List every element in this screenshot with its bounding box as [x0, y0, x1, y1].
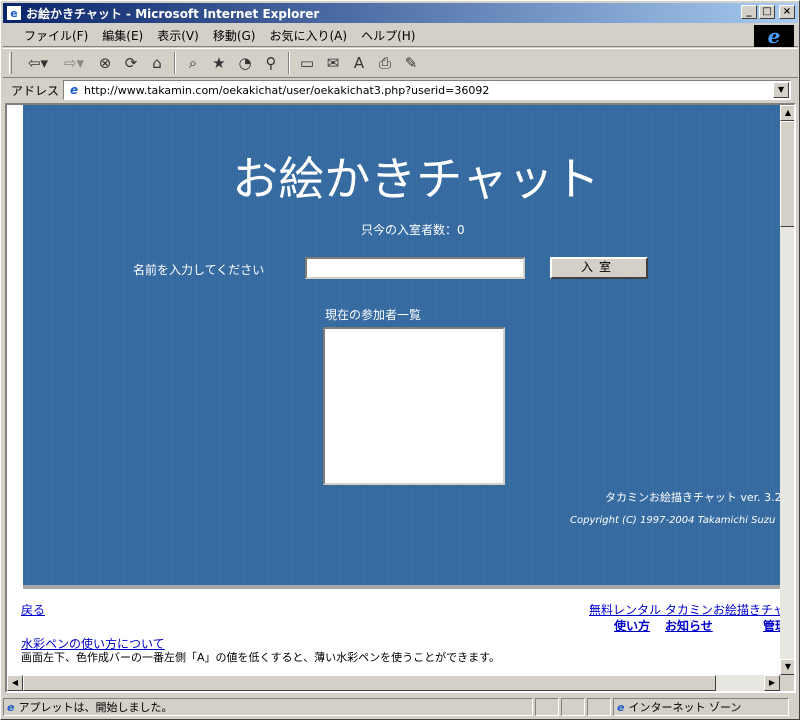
toolbar-separator	[288, 52, 290, 74]
favorites-icon[interactable]: ★	[206, 51, 232, 75]
history-icon[interactable]: ◔	[232, 51, 258, 75]
menu-favorites[interactable]: お気に入り(A)	[262, 27, 354, 44]
participants-label: 現在の参加者一覧	[325, 308, 422, 322]
copyright-text: Copyright (C) 1997-2004 Takamichi Suzu	[570, 515, 776, 526]
refresh-icon[interactable]: ⟳	[118, 51, 144, 75]
print-icon[interactable]: ⎙	[372, 51, 398, 75]
participants-list[interactable]	[323, 327, 505, 485]
status-message: アプレットは、開始しました。	[18, 701, 173, 714]
page-icon: e	[69, 83, 79, 97]
maximize-button[interactable]: □	[759, 5, 775, 19]
address-url[interactable]: http://www.takamin.com/oekakichat/user/o…	[84, 84, 489, 97]
back-icon[interactable]: ⇦▾	[20, 51, 56, 75]
toolbar-separator	[174, 52, 176, 74]
search-icon[interactable]: ⌕	[180, 51, 206, 75]
toolbar: ⇦▾ ⇨▾ ⊗ ⟳ ⌂ ⌕ ★ ◔ ⚲ ▭ ✉ A ⎙ ✎	[3, 48, 798, 78]
howto-link[interactable]: 使い方	[614, 617, 650, 634]
close-button[interactable]: ×	[779, 5, 795, 19]
watercolor-description: 画面左下、色作成バーの一番左側「A」の値を低くすると、薄い水彩ペンを使うことがで…	[21, 651, 500, 664]
vertical-scrollbar[interactable]: ▲ ▼	[780, 105, 794, 675]
ie-logo-icon: e	[754, 24, 794, 48]
scroll-right-icon[interactable]: ▶	[764, 675, 780, 691]
address-label: アドレス	[11, 83, 60, 98]
edit-icon[interactable]: ✎	[398, 51, 424, 75]
menu-edit[interactable]: 編集(E)	[95, 27, 150, 44]
name-input[interactable]	[305, 257, 525, 279]
channels-icon[interactable]: ⚲	[258, 51, 284, 75]
page-content: お絵かきチャット 只今の入室者数：0 名前を入力してください 入室 現在の参加者…	[7, 105, 794, 675]
zone-text: インターネット ゾーン	[628, 701, 742, 714]
status-bar: e アプレットは、開始しました。 e インターネット ゾーン	[3, 697, 798, 717]
status-cell	[561, 698, 585, 716]
scroll-corner	[780, 675, 794, 691]
horizontal-scroll-thumb[interactable]	[23, 675, 716, 691]
address-input[interactable]: e http://www.takamin.com/oekakichat/user…	[63, 80, 792, 100]
rental-link[interactable]: 無料レンタル タカミンお絵描きチャット	[589, 601, 794, 618]
minimize-button[interactable]: _	[741, 5, 757, 19]
status-message-panel: e アプレットは、開始しました。	[3, 698, 533, 716]
page-viewport: お絵かきチャット 只今の入室者数：0 名前を入力してください 入室 現在の参加者…	[5, 103, 796, 693]
version-text: タカミンお絵描きチャット ver. 3.20b4	[605, 491, 796, 504]
vertical-scroll-thumb[interactable]	[780, 121, 794, 227]
toolbar-grip	[9, 52, 12, 74]
browser-window: e お絵かきチャット - Microsoft Internet Explorer…	[0, 0, 800, 720]
room-count: 只今の入室者数：0	[361, 223, 465, 237]
stop-icon[interactable]: ⊗	[92, 51, 118, 75]
menu-file[interactable]: ファイル(F)	[17, 27, 95, 44]
enter-room-button[interactable]: 入室	[550, 257, 648, 279]
scroll-up-icon[interactable]: ▲	[780, 105, 794, 121]
fullscreen-icon[interactable]: ▭	[294, 51, 320, 75]
mail-icon[interactable]: ✉	[320, 51, 346, 75]
status-cell	[587, 698, 611, 716]
page-status-icon: e	[7, 700, 15, 714]
scroll-left-icon[interactable]: ◀	[7, 675, 23, 691]
address-dropdown-icon[interactable]: ▼	[773, 82, 790, 98]
title-bar: e お絵かきチャット - Microsoft Internet Explorer…	[3, 3, 798, 23]
horizontal-scrollbar[interactable]: ◀ ▶	[7, 675, 780, 691]
ie-page-icon: e	[6, 5, 22, 21]
status-zone-panel: e インターネット ゾーン	[613, 698, 789, 716]
status-cell	[535, 698, 559, 716]
menu-view[interactable]: 表示(V)	[150, 27, 206, 44]
window-title: お絵かきチャット - Microsoft Internet Explorer	[26, 6, 320, 21]
menu-help[interactable]: ヘルプ(H)	[354, 27, 422, 44]
chat-title: お絵かきチャット	[232, 152, 600, 206]
name-label: 名前を入力してください	[133, 263, 265, 277]
home-icon[interactable]: ⌂	[144, 51, 170, 75]
scroll-down-icon[interactable]: ▼	[780, 659, 794, 675]
font-size-icon[interactable]: A	[346, 51, 372, 75]
notice-link[interactable]: お知らせ	[665, 617, 713, 634]
back-link[interactable]: 戻る	[21, 601, 45, 618]
globe-icon: e	[617, 700, 625, 714]
forward-icon[interactable]: ⇨▾	[56, 51, 92, 75]
window-controls: _ □ ×	[741, 5, 795, 19]
chat-applet: お絵かきチャット 只今の入室者数：0 名前を入力してください 入室 現在の参加者…	[23, 105, 794, 589]
address-bar: アドレス e http://www.takamin.com/oekakichat…	[3, 79, 798, 101]
menu-go[interactable]: 移動(G)	[206, 27, 263, 44]
menu-bar: ファイル(F) 編集(E) 表示(V) 移動(G) お気に入り(A) ヘルプ(H…	[3, 24, 798, 48]
